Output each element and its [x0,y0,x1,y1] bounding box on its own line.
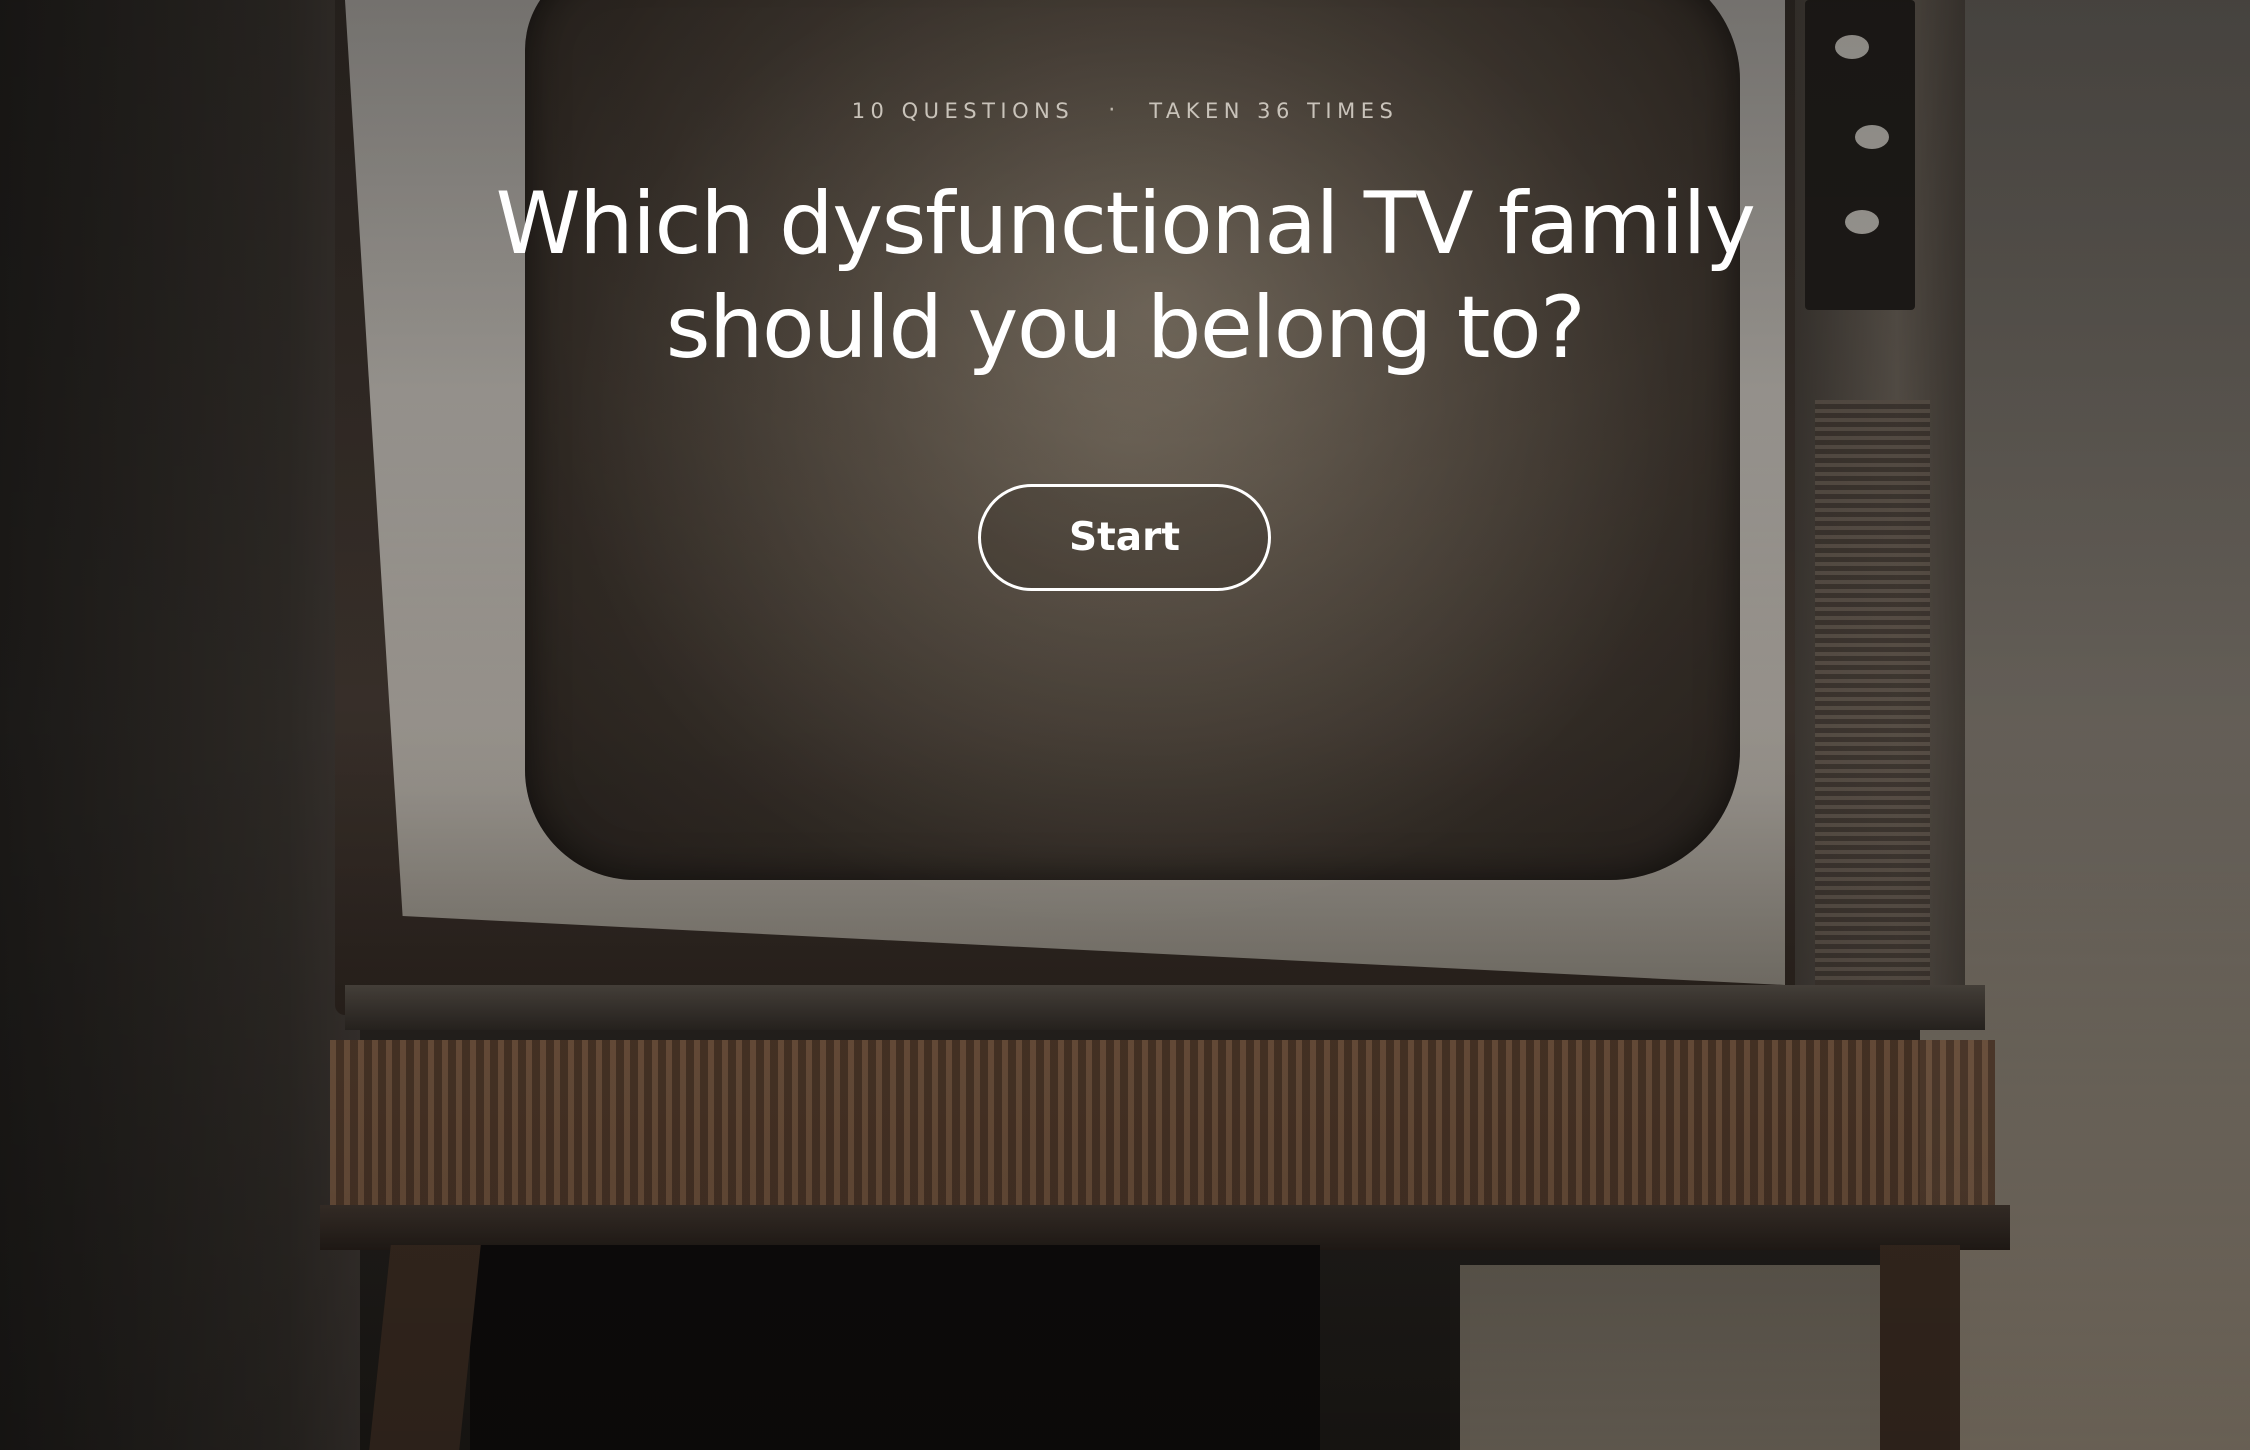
quiz-cover: 10 QUESTIONS · TAKEN 36 TIMES Which dysf… [0,0,2250,1450]
quiz-meta: 10 QUESTIONS · TAKEN 36 TIMES [0,98,2250,123]
meta-separator: · [1108,98,1116,123]
taken-count: TAKEN 36 TIMES [1149,98,1399,123]
start-button[interactable]: Start [978,484,1271,591]
quiz-title: Which dysfunctional TV family should you… [495,174,1756,378]
question-count: 10 QUESTIONS [851,98,1075,123]
